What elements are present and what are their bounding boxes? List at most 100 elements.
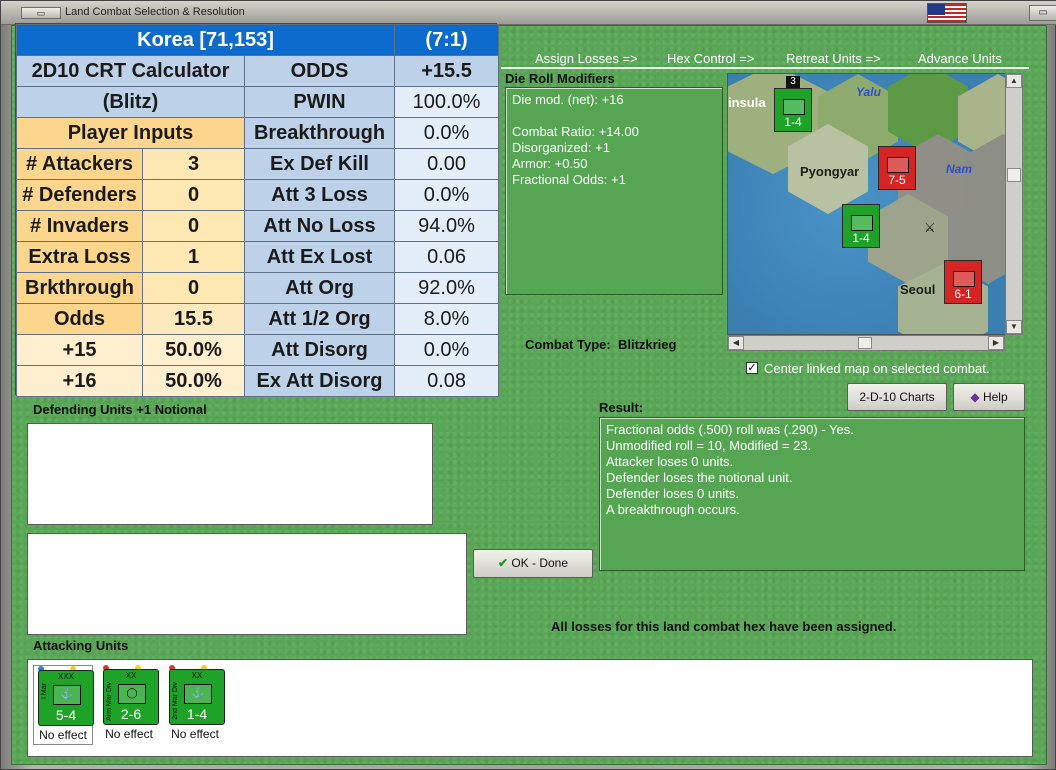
map-unit-counter[interactable]: 7-5 [878, 146, 916, 190]
map-unit-counter[interactable]: 1-4 [774, 88, 812, 132]
map-vertical-scrollbar[interactable]: ▲ ▼ [1005, 73, 1023, 335]
map-river-label: Yalu [856, 85, 881, 99]
calc-title: Korea [71,153] [15, 24, 396, 56]
result-line: Fractional odds (.500) roll was (.290) -… [606, 422, 854, 437]
step-advance-units[interactable]: Advance Units [918, 51, 1002, 66]
steps-divider [501, 67, 1029, 69]
input-value[interactable]: 3 [142, 148, 245, 180]
defending-units-list[interactable] [27, 423, 433, 525]
map-horizontal-scrollbar[interactable]: ◀ ▶ [727, 335, 1005, 351]
window-menu-icon[interactable]: ▭ [21, 7, 61, 19]
result-line: Defender loses the notional unit. [606, 470, 793, 485]
stack-count-badge: 3 [786, 76, 800, 88]
map-city-label: insula [728, 95, 766, 110]
unit-symbol-icon [887, 157, 909, 173]
scroll-thumb[interactable] [858, 337, 872, 349]
drm-box: Die mod. (net): +16 Combat Ratio: +14.00… [505, 87, 723, 295]
unit-counter: XX 2nd Mar Div ⚓ 1-4 [169, 669, 225, 725]
unit-effect: No effect [105, 727, 153, 741]
input-value[interactable]: 0 [142, 210, 245, 242]
unit-symbol-icon [851, 215, 873, 231]
result-value: 0.06 [394, 241, 500, 273]
unit-symbol-icon [783, 99, 805, 115]
drm-line: Disorganized: +1 [512, 140, 610, 155]
input-label: # Invaders [16, 210, 143, 242]
input-label: # Attackers [16, 148, 143, 180]
result-label: PWIN [243, 86, 396, 118]
charts-button[interactable]: 2-D-10 Charts [847, 383, 947, 411]
map-unit-counter[interactable]: 1-4 [842, 204, 880, 248]
result-box: Fractional odds (.500) roll was (.290) -… [599, 417, 1025, 571]
combat-type-value: Blitzkrieg [617, 337, 677, 352]
scroll-up-icon[interactable]: ▲ [1006, 74, 1022, 88]
unit-counter: XXX I Mar ⚓ 5-4 [38, 670, 94, 726]
armor-icon: ◯ [118, 684, 146, 704]
result-value: 94.0% [394, 210, 500, 242]
app-window: ▭ Land Combat Selection & Resolution ▭ A… [0, 0, 1056, 770]
scroll-left-icon[interactable]: ◀ [728, 336, 744, 350]
phase-steps: Assign Losses => Hex Control => Retreat … [503, 51, 1029, 67]
drm-line: Combat Ratio: +14.00 [512, 124, 639, 139]
result-value: 0.0% [394, 117, 500, 149]
result-label: Att Disorg [243, 334, 396, 366]
center-map-checkbox[interactable]: ✓ [746, 362, 758, 374]
drm-line [512, 108, 716, 124]
result-value: +15.5 [394, 55, 500, 87]
notional-units-list[interactable] [27, 533, 467, 635]
close-icon[interactable]: ▭ [1029, 5, 1056, 21]
input-value[interactable]: 1 [142, 241, 245, 273]
combat-type-label: Combat Type: Blitzkrieg [525, 337, 677, 352]
drm-heading: Die Roll Modifiers [505, 71, 615, 86]
linked-map[interactable]: Yalu Nam Pyongyar Seoul insula 1-4 7-5 1… [727, 73, 1023, 335]
drm-line: Die mod. (net): +16 [512, 92, 624, 107]
us-flag-icon [927, 3, 967, 23]
result-line: Defender loses 0 units. [606, 486, 739, 501]
result-value: 0.0% [394, 334, 500, 366]
map-unit-counter[interactable]: 6-1 [944, 260, 982, 304]
scroll-thumb[interactable] [1007, 168, 1021, 182]
result-line: Unmodified roll = 10, Modified = 23. [606, 438, 812, 453]
attacking-unit[interactable]: XXX I Mar ⚓ 5-4 No effect [33, 665, 94, 745]
step-hex-control[interactable]: Hex Control => [667, 51, 754, 66]
map-city-label: Pyongyar [800, 164, 860, 179]
attacking-unit[interactable]: XX 2nd Mar Div ⚓ 1-4 No effect [165, 665, 225, 745]
checkmark-icon: ✔ [497, 556, 508, 570]
result-value: 92.0% [394, 272, 500, 304]
input-label: # Defenders [16, 179, 143, 211]
attacking-unit[interactable]: XX Arm Mar Div ◯ 2-6 No effect [99, 665, 159, 745]
unit-effect: No effect [171, 727, 219, 741]
scroll-down-icon[interactable]: ▼ [1006, 320, 1022, 334]
input-value: 50.0% [142, 365, 245, 397]
input-label: Odds [16, 303, 143, 335]
center-map-label[interactable]: Center linked map on selected combat. [764, 361, 989, 376]
result-label: Ex Def Kill [243, 148, 396, 180]
step-assign-losses[interactable]: Assign Losses => [535, 51, 638, 66]
map-city-label: Seoul [900, 282, 936, 297]
help-button[interactable]: ◆ Help [953, 383, 1025, 411]
crt-calculator: Korea [71,153] (7:1) 2D10 CRT Calculator… [15, 23, 500, 397]
input-label: Extra Loss [16, 241, 143, 273]
calc-mode: (Blitz) [16, 86, 245, 118]
result-value: 100.0% [394, 86, 500, 118]
drm-line: Armor: +0.50 [512, 156, 588, 171]
input-value[interactable]: 0 [142, 272, 245, 304]
defending-units-heading: Defending Units +1 Notional [33, 402, 207, 417]
map-river-label: Nam [946, 162, 973, 176]
losses-message: All losses for this land combat hex have… [551, 619, 897, 634]
title-bar[interactable]: ▭ Land Combat Selection & Resolution ▭ [1, 1, 1056, 25]
input-value: 50.0% [142, 334, 245, 366]
scroll-right-icon[interactable]: ▶ [988, 336, 1004, 350]
input-value[interactable]: 0 [142, 179, 245, 211]
result-value: 8.0% [394, 303, 500, 335]
result-label: Breakthrough [243, 117, 396, 149]
result-label: Ex Att Disorg [243, 365, 396, 397]
ok-done-button[interactable]: ✔ OK - Done [473, 549, 593, 578]
step-retreat-units[interactable]: Retreat Units => [786, 51, 881, 66]
result-line: A breakthrough occurs. [606, 502, 740, 517]
battle-icon: ⚔ [924, 220, 936, 235]
result-label: Att Org [243, 272, 396, 304]
calc-name: 2D10 CRT Calculator [16, 55, 245, 87]
drm-line: Fractional Odds: +1 [512, 172, 626, 187]
attacking-units-heading: Attacking Units [33, 638, 129, 653]
input-label: +16 [16, 365, 143, 397]
